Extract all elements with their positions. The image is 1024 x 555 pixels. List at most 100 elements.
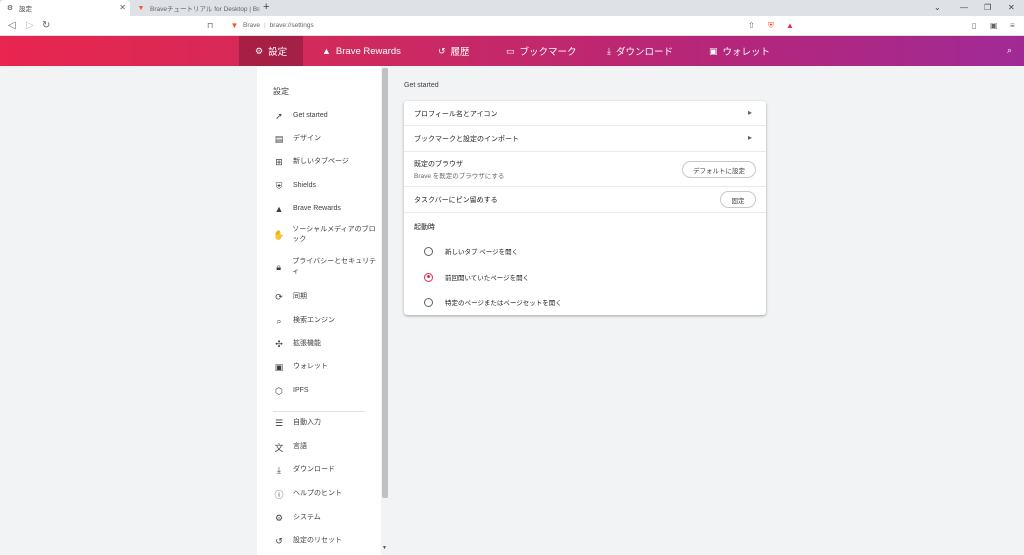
tab-strip: ⚙ 設定 ✕ ▼ Braveチュートリアル for Desktop | Brav… xyxy=(0,0,1024,16)
nav-label: ウォレット xyxy=(722,47,771,58)
sidebar-item-label: 同期 xyxy=(293,293,307,300)
sidebar-item-label: Get started xyxy=(293,112,328,119)
radio-label: 前回開いていたページを開く xyxy=(445,275,530,282)
nav-history[interactable]: ↺ 履歴 xyxy=(438,36,470,66)
section-title: Get started xyxy=(404,82,439,89)
sidebar-item-autofill[interactable]: ☰ 自動入力 xyxy=(273,417,377,429)
new-tab-button[interactable]: + xyxy=(263,1,269,14)
pin-button[interactable]: 固定 xyxy=(720,191,756,208)
pin-taskbar-row: タスクバーにピン留めする 固定 xyxy=(404,187,766,213)
minimize-button[interactable]: — xyxy=(960,2,968,13)
startup-option-specific-pages[interactable]: 特定のページまたはページセットを開く xyxy=(424,297,562,307)
wallet-icon[interactable]: ▣ xyxy=(990,20,998,31)
sidebar-item-wallet[interactable]: ▣ ウォレット xyxy=(273,361,377,373)
sidebar-item-new-tab[interactable]: ⊞ 新しいタブページ xyxy=(273,156,377,168)
sidebar-item-privacy[interactable]: 🔒︎ プライバシーとセキュリティ xyxy=(273,257,377,277)
restore-button[interactable]: ❐ xyxy=(984,2,991,13)
rocket-icon: ➚ xyxy=(275,110,283,121)
set-default-button[interactable]: デフォルトに設定 xyxy=(682,161,756,178)
startup-option-new-tab[interactable]: 新しいタブ ページを開く xyxy=(424,246,518,256)
search-icon[interactable]: ⌕ xyxy=(1007,45,1012,56)
radio-button[interactable] xyxy=(424,246,433,256)
share-icon[interactable]: ⇧ xyxy=(748,20,755,31)
sidebar-item-label: 設定のリセット xyxy=(293,537,342,544)
sidebar-item-label: 自動入力 xyxy=(293,419,321,426)
help-icon: ⓘ xyxy=(274,489,284,500)
sidebar-divider xyxy=(273,411,365,412)
brave-lion-icon: ▼ xyxy=(230,21,239,30)
radio-button[interactable] xyxy=(424,272,433,282)
chevron-right-icon: ▸ xyxy=(747,133,752,142)
divider: | xyxy=(263,22,266,29)
bookmark-icon[interactable]: ⊓ xyxy=(207,20,213,31)
sidebar-item-label: 言語 xyxy=(293,443,307,450)
brave-lion-icon: ▼ xyxy=(137,4,145,12)
radio-button[interactable] xyxy=(424,297,433,307)
profile-row[interactable]: プロフィール名とアイコン ▸ xyxy=(404,101,766,126)
puzzle-icon: ✣ xyxy=(275,338,283,349)
sidebar-item-ipfs[interactable]: ⬡ IPFS xyxy=(273,385,377,397)
sidebar-scrollbar-thumb[interactable] xyxy=(382,68,388,498)
chevron-down-icon[interactable]: ⌄ xyxy=(934,2,941,13)
sidebar-item-system[interactable]: ⚙ システム xyxy=(273,512,377,524)
gear-icon: ⚙ xyxy=(255,45,264,56)
download-icon: ⤓ xyxy=(277,464,281,475)
cube-icon: ⬡ xyxy=(275,385,283,396)
tab-settings[interactable]: ⚙ 設定 ✕ xyxy=(0,0,130,16)
tab-title: Braveチュートリアル for Desktop | Brave xyxy=(150,6,260,13)
sidebar-item-label: ソーシャルメディアのブロック xyxy=(292,226,376,243)
radio-label: 新しいタブ ページを開く xyxy=(445,249,519,256)
scroll-down-arrow-icon[interactable]: ▼ xyxy=(382,545,387,551)
row-label: ブックマークと設定のインポート xyxy=(414,136,519,143)
import-row[interactable]: ブックマークと設定のインポート ▸ xyxy=(404,126,766,152)
sidebar-item-label: 拡張機能 xyxy=(293,340,321,347)
sidebar-item-label: 新しいタブページ xyxy=(293,158,349,165)
lock-icon: 🔒︎ xyxy=(276,261,282,272)
reload-button[interactable]: ↻ xyxy=(42,19,50,32)
gear-icon: ⚙ xyxy=(274,512,284,523)
sidebar-item-label: プライバシーとセキュリティ xyxy=(292,258,377,275)
sidebar-toggle-icon[interactable]: ▯ xyxy=(972,20,976,31)
sidebar-item-languages[interactable]: 文 言語 xyxy=(273,441,377,453)
sidebar-item-label: Brave Rewards xyxy=(293,205,341,212)
sidebar-item-design[interactable]: ▤ デザイン xyxy=(273,133,377,145)
sidebar-item-reset[interactable]: ↺ 設定のリセット xyxy=(273,535,377,547)
sidebar-item-downloads[interactable]: ⤓ ダウンロード xyxy=(273,464,377,476)
nav-label: ブックマーク xyxy=(519,47,577,58)
shields-icon[interactable]: ⛨ xyxy=(768,20,774,31)
sidebar-item-get-started[interactable]: ➚ Get started xyxy=(273,110,377,122)
nav-settings[interactable]: ⚙ 設定 xyxy=(239,36,304,66)
wallet-icon: ▣ xyxy=(709,45,718,56)
sidebar-item-sync[interactable]: ⟳ 同期 xyxy=(273,291,377,303)
sidebar-item-help-tips[interactable]: ⓘ ヘルプのヒント xyxy=(273,488,377,500)
rewards-icon[interactable]: ▲ xyxy=(786,20,794,31)
wallet-icon: ▣ xyxy=(274,361,284,372)
triangle-icon: ▲ xyxy=(274,204,284,214)
sidebar-item-social-blocking[interactable]: ✋ ソーシャルメディアのブロック xyxy=(273,225,377,245)
close-icon[interactable]: ✕ xyxy=(119,3,126,13)
tab-brave-tutorial[interactable]: ▼ Braveチュートリアル for Desktop | Brave xyxy=(131,0,261,16)
startup-option-continue[interactable]: 前回開いていたページを開く xyxy=(424,272,529,282)
gear-icon: ⚙ xyxy=(6,5,14,12)
sidebar-item-label: システム xyxy=(293,514,321,521)
window-close-button[interactable]: ✕ xyxy=(1008,2,1015,13)
layout-icon: ▤ xyxy=(274,133,284,144)
row-sublabel: Brave を既定のブラウザにする xyxy=(414,173,505,180)
nav-downloads[interactable]: ⤓ ダウンロード xyxy=(607,36,673,66)
address-bar[interactable]: ▼ Brave | brave://settings xyxy=(230,18,830,33)
shield-icon: ⛨ xyxy=(275,180,283,191)
sidebar-item-extensions[interactable]: ✣ 拡張機能 xyxy=(273,338,377,350)
menu-icon[interactable]: ≡ xyxy=(1010,20,1015,31)
sidebar-item-search-engine[interactable]: ⌕ 検索エンジン xyxy=(273,315,377,327)
sidebar-item-rewards[interactable]: ▲ Brave Rewards xyxy=(273,203,377,215)
back-button[interactable]: ◁ xyxy=(8,19,16,32)
nav-wallet[interactable]: ▣ ウォレット xyxy=(709,36,770,66)
row-label: タスクバーにピン留めする xyxy=(414,197,498,204)
sidebar-item-label: 検索エンジン xyxy=(293,317,335,324)
sidebar-item-label: ウォレット xyxy=(293,363,328,370)
nav-bookmarks[interactable]: ▭ ブックマーク xyxy=(506,36,577,66)
sidebar-item-shields[interactable]: ⛨ Shields xyxy=(273,180,377,192)
nav-brave-rewards[interactable]: ▲ Brave Rewards xyxy=(322,36,401,66)
url-text: brave://settings xyxy=(269,22,314,29)
forward-button[interactable]: ▷ xyxy=(26,19,34,32)
